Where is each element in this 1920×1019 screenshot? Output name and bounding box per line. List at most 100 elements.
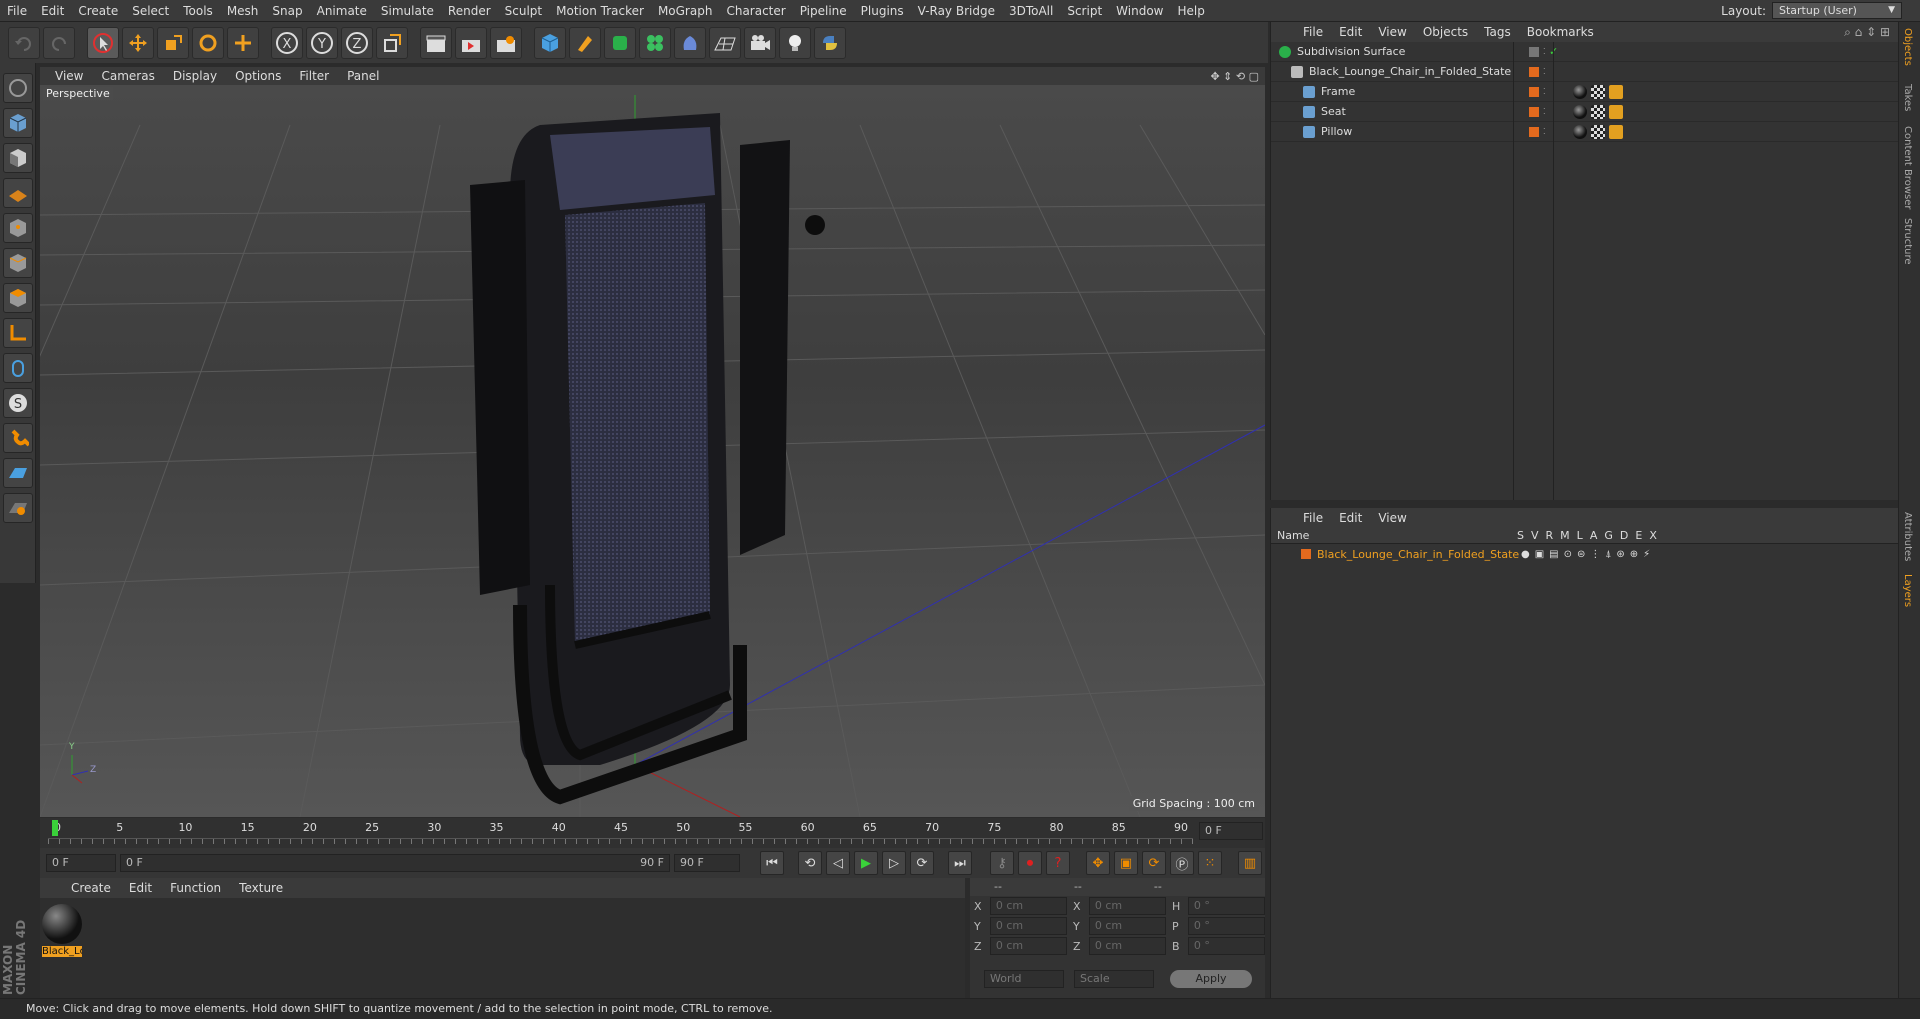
solo-button[interactable]: S [2, 388, 33, 418]
timeline-ruler[interactable]: 051015202530354045505560657075808590 0 F [40, 818, 1265, 848]
menu-pipeline[interactable]: Pipeline [793, 0, 854, 22]
visibility-dots-icon[interactable]: ⁚ [1543, 67, 1565, 76]
uvw-tag-icon[interactable] [1609, 104, 1623, 119]
material-tags[interactable] [1573, 124, 1623, 139]
record-disabled-button[interactable]: ⚷ [990, 851, 1014, 875]
layer-flag-header[interactable]: G [1604, 529, 1613, 542]
menu-mograph[interactable]: MoGraph [651, 0, 720, 22]
x-axis-lock-button[interactable]: X [271, 26, 303, 59]
obj-menu-bookmarks[interactable]: Bookmarks [1519, 25, 1602, 39]
layer-swatch[interactable] [1529, 66, 1539, 77]
layer-color-swatch[interactable] [1301, 549, 1311, 559]
timeline-window-button[interactable]: ▥ [1238, 851, 1262, 875]
layer-flag-header[interactable]: V [1531, 529, 1539, 542]
previous-key-button[interactable]: ⟲ [798, 851, 822, 875]
play-button[interactable]: ▶ [854, 851, 878, 875]
object-name[interactable]: Black_Lounge_Chair_in_Folded_State [1309, 65, 1523, 78]
render-view-button[interactable] [420, 26, 452, 59]
layer-row[interactable]: Black_Lounge_Chair_in_Folded_State ●▣▤⊙⊜… [1271, 544, 1898, 564]
visibility-dots-icon[interactable]: ⁚ [1543, 107, 1565, 116]
edges-mode-button[interactable] [2, 248, 33, 278]
rotate-tool-button[interactable] [192, 26, 224, 59]
next-frame-button[interactable]: ▷ [882, 851, 906, 875]
key-rotation-button[interactable]: ⟳ [1142, 851, 1166, 875]
material-tags[interactable] [1573, 104, 1623, 119]
scale-tool-button[interactable] [157, 26, 189, 59]
menu-snap[interactable]: Snap [265, 0, 309, 22]
menu-character[interactable]: Character [719, 0, 792, 22]
deformer-button[interactable] [674, 26, 706, 59]
coords-value-field[interactable]: 0 ° [1187, 937, 1265, 955]
viewport-menu-view[interactable]: View [46, 69, 92, 83]
search-icon[interactable]: ⌕ ⌂ ⇕ ⊞ [1844, 25, 1898, 40]
tweak-mode-button[interactable] [2, 353, 33, 383]
menu-window[interactable]: Window [1109, 0, 1170, 22]
light-button[interactable] [779, 26, 811, 59]
go-to-start-button[interactable]: ⏮ [760, 851, 784, 875]
obj-menu-file[interactable]: File [1295, 25, 1331, 39]
render-picture-viewer-button[interactable] [455, 26, 487, 59]
material-menu-create[interactable]: Create [62, 881, 120, 895]
make-editable-button[interactable] [2, 73, 33, 103]
layer-flag-header[interactable]: D [1620, 529, 1628, 542]
menu-select[interactable]: Select [125, 0, 176, 22]
coords-mode-scale-select[interactable]: Scale [1074, 970, 1154, 988]
viewport-menu-display[interactable]: Display [164, 69, 226, 83]
key-pla-button[interactable]: ⁙ [1198, 851, 1222, 875]
start-frame-field[interactable]: 0 F [46, 854, 116, 872]
menu-help[interactable]: Help [1170, 0, 1211, 22]
object-name[interactable]: Seat [1321, 105, 1523, 118]
model-mode-button[interactable] [2, 108, 33, 138]
camera-button[interactable] [744, 26, 776, 59]
select-tool-button[interactable] [87, 26, 119, 59]
viewport-menu-filter[interactable]: Filter [290, 69, 338, 83]
menu-sculpt[interactable]: Sculpt [498, 0, 549, 22]
layer-swatch[interactable] [1529, 126, 1539, 137]
menu-simulate[interactable]: Simulate [374, 0, 441, 22]
layer-swatch[interactable] [1529, 86, 1539, 97]
layer-flag-header[interactable]: S [1517, 529, 1524, 542]
key-scale-button[interactable]: ▣ [1114, 851, 1138, 875]
python-button[interactable] [814, 26, 846, 59]
layer-flag-header[interactable]: X [1649, 529, 1657, 542]
layer-flag-header[interactable]: R [1546, 529, 1554, 542]
material-tags[interactable] [1573, 84, 1623, 99]
key-position-button[interactable]: ✥ [1086, 851, 1110, 875]
coords-value-field[interactable]: 0 cm [1088, 917, 1166, 935]
coords-value-field[interactable]: 0 cm [989, 917, 1067, 935]
menu-vray-bridge[interactable]: V-Ray Bridge [911, 0, 1002, 22]
current-frame-field[interactable]: 0 F [1199, 822, 1263, 840]
go-to-end-button[interactable]: ⏭ [948, 851, 972, 875]
menu-motion-tracker[interactable]: Motion Tracker [549, 0, 651, 22]
menu-plugins[interactable]: Plugins [854, 0, 911, 22]
apply-button[interactable]: Apply [1170, 970, 1252, 988]
object-tree-row[interactable]: Seat ⁚ [1271, 102, 1898, 122]
viewport-nav-icons[interactable]: ✥ ⇕ ⟲ ▢ [1210, 70, 1265, 83]
planar-workplane-button[interactable] [2, 493, 33, 523]
viewport-menu-cameras[interactable]: Cameras [92, 69, 163, 83]
layer-flag-icons[interactable]: ●▣▤⊙⊜⋮⍋⊛⊕⚡ [1521, 549, 1655, 560]
coords-value-field[interactable]: 0 cm [989, 897, 1067, 915]
material-tag-icon[interactable] [1573, 124, 1587, 139]
material-menu-edit[interactable]: Edit [120, 881, 161, 895]
layer-name[interactable]: Black_Lounge_Chair_in_Folded_State [1317, 548, 1521, 561]
texture-tag-icon[interactable] [1591, 104, 1605, 119]
live-selection-button[interactable] [227, 26, 259, 59]
cloner-button[interactable] [639, 26, 671, 59]
z-axis-lock-button[interactable]: Z [341, 26, 373, 59]
workplane-mode-button[interactable] [2, 178, 33, 208]
obj-menu-objects[interactable]: Objects [1415, 25, 1476, 39]
object-tree-row[interactable]: Pillow ⁚ [1271, 122, 1898, 142]
render-settings-button[interactable] [490, 26, 522, 59]
material-tag-icon[interactable] [1573, 84, 1587, 99]
record-active-objects-button[interactable]: ⏺ [1018, 851, 1042, 875]
cube-primitive-button[interactable] [534, 26, 566, 59]
y-axis-lock-button[interactable]: Y [306, 26, 338, 59]
menu-file[interactable]: File [0, 0, 34, 22]
layout-select[interactable]: Startup (User) ▼ [1772, 2, 1902, 19]
subdivision-button[interactable] [604, 26, 636, 59]
visibility-dots-icon[interactable]: ⁚ [1543, 127, 1565, 136]
menu-render[interactable]: Render [441, 0, 498, 22]
previous-frame-button[interactable]: ◁ [826, 851, 850, 875]
layer-menu-edit[interactable]: Edit [1331, 511, 1370, 525]
